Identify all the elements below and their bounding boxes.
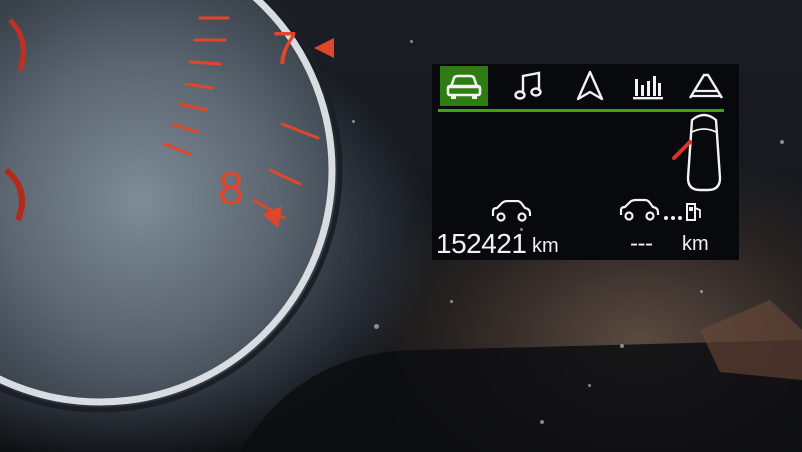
car-icon	[446, 74, 482, 99]
fuel-range: --- km	[612, 198, 738, 258]
tab-trip-data[interactable]	[624, 66, 672, 106]
lane-road-icon	[688, 73, 724, 99]
tab-audio[interactable]	[504, 66, 552, 106]
car-topview-icon	[672, 113, 722, 192]
info-display: 152421 km --- km	[432, 64, 739, 260]
display-tab-bar	[438, 64, 724, 110]
tab-navigation[interactable]	[566, 66, 614, 106]
tab-vehicle[interactable]	[440, 66, 488, 106]
gauge-label-8: 8	[218, 162, 244, 214]
bar-chart-icon	[633, 76, 663, 100]
odometer-value: 152421	[436, 228, 527, 259]
open-door-indicator	[672, 140, 692, 160]
door-status	[668, 112, 732, 194]
navigation-arrow-icon	[576, 70, 604, 101]
car-side-icon	[491, 200, 532, 222]
range-unit: km	[682, 233, 709, 255]
gauge-label-7: 7	[272, 22, 298, 74]
odometer-unit: km	[532, 235, 559, 257]
redline-marker-7	[314, 38, 334, 58]
instrument-cluster-photo: 7 8 152421 km --- km	[0, 0, 802, 452]
range-value: ---	[630, 230, 653, 257]
odometer: 152421 km	[436, 198, 576, 259]
music-note-icon	[514, 71, 542, 100]
tab-driver-assist[interactable]	[682, 66, 730, 106]
car-range-icon	[619, 198, 701, 221]
